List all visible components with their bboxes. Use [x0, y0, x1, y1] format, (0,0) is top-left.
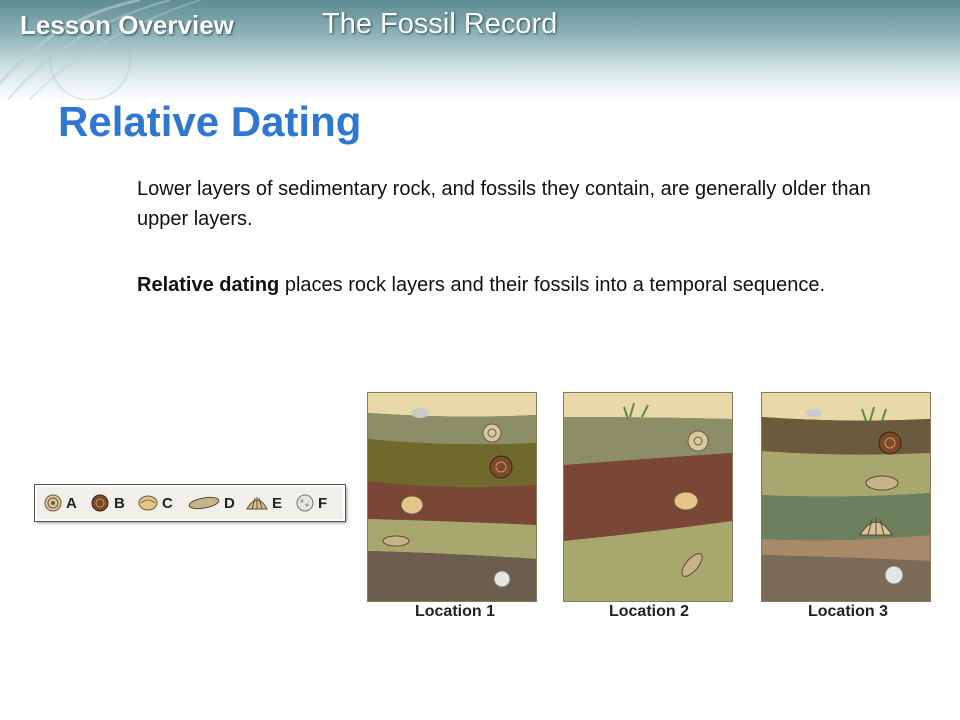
key-item-b: B	[89, 491, 125, 515]
location-1-label: Location 1	[414, 603, 495, 620]
slide-title: Relative Dating	[58, 98, 362, 145]
relative-dating-term: Relative dating	[137, 274, 280, 296]
paragraph-relative-dating: Relative dating places rock layers and t…	[137, 270, 907, 300]
paragraph-layers: Lower layers of sedimentary rock, and fo…	[137, 178, 871, 230]
key-item-e: E	[245, 491, 282, 515]
spiral-shell-icon	[44, 494, 62, 512]
location-2-strata	[563, 392, 733, 602]
coiled-shell-icon	[91, 494, 109, 512]
round-shell-icon	[296, 494, 314, 512]
topic-title: The Fossil Record	[322, 8, 558, 40]
key-item-a: A	[43, 491, 77, 515]
elongated-shell-icon	[188, 496, 220, 510]
relative-dating-definition: places rock layers and their fossils int…	[279, 274, 826, 296]
header-banner: Lesson Overview The Fossil Record	[0, 0, 960, 100]
clam-shell-icon	[138, 495, 158, 511]
key-letter-d: D	[224, 494, 235, 512]
key-item-c: C	[137, 491, 173, 515]
key-letter-e: E	[272, 494, 283, 512]
scallop-shell-icon	[246, 497, 268, 510]
location-1-strata	[367, 392, 537, 602]
key-letter-b: B	[114, 494, 125, 512]
lesson-label: Lesson Overview	[20, 10, 234, 40]
location-3-strata	[761, 392, 931, 602]
key-letter-a: A	[66, 494, 77, 512]
key-item-d: D	[187, 491, 235, 515]
key-item-f: F	[295, 491, 327, 515]
location-2-label: Location 2	[608, 603, 689, 620]
key-letter-c: C	[162, 494, 173, 512]
key-letter-f: F	[318, 494, 328, 512]
location-3-label: Location 3	[807, 603, 888, 620]
fossil-key: A B C D E F	[35, 485, 345, 521]
